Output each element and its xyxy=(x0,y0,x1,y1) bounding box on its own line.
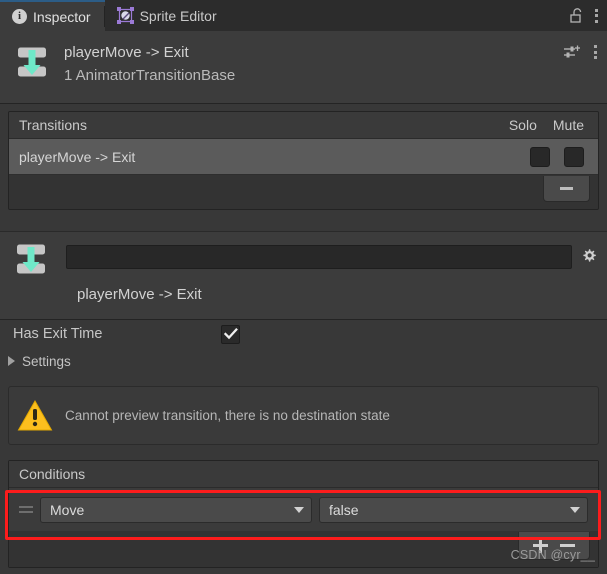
warning-message: Cannot preview transition, there is no d… xyxy=(65,408,390,423)
has-exit-time-row: Has Exit Time xyxy=(0,320,607,348)
object-header: playerMove -> Exit 1 AnimatorTransitionB… xyxy=(0,31,607,104)
kebab-menu-icon[interactable] xyxy=(593,45,597,59)
chevron-right-icon xyxy=(8,356,15,366)
warning-triangle-icon xyxy=(17,399,53,432)
object-header-actions xyxy=(564,45,597,59)
remove-transition-button[interactable] xyxy=(543,176,590,202)
info-icon: i xyxy=(12,9,27,24)
condition-parameter-value: Move xyxy=(50,501,85,518)
transition-mute-checkbox[interactable] xyxy=(564,146,584,167)
transition-solo-checkbox[interactable] xyxy=(530,146,550,167)
has-exit-time-label: Has Exit Time xyxy=(13,326,103,342)
settings-foldout-label: Settings xyxy=(22,353,71,369)
transition-name-input[interactable] xyxy=(66,245,572,269)
remove-condition-button[interactable] xyxy=(560,544,575,547)
preset-sliders-icon[interactable] xyxy=(564,45,581,59)
animator-transition-icon xyxy=(14,44,50,80)
conditions-footer xyxy=(9,531,598,567)
gear-icon[interactable] xyxy=(581,248,597,264)
transition-name-row xyxy=(0,232,607,277)
checkmark-icon xyxy=(223,328,238,340)
page-title: playerMove -> Exit xyxy=(64,44,189,61)
conditions-header: Conditions xyxy=(9,461,598,488)
kebab-menu-icon[interactable] xyxy=(594,8,598,23)
object-header-titles: playerMove -> Exit 1 AnimatorTransitionB… xyxy=(64,43,564,87)
sprite-editor-icon xyxy=(116,7,134,24)
tab-inspector-label: Inspector xyxy=(33,8,91,25)
tab-bar-actions xyxy=(570,0,607,31)
window-tab-bar: i Inspector Sprite Editor xyxy=(0,0,607,31)
transition-detail-section: playerMove -> Exit xyxy=(0,231,607,320)
transition-properties: Has Exit Time Settings xyxy=(0,320,607,382)
transitions-header-title: Transitions xyxy=(19,117,87,133)
transitions-col-solo: Solo xyxy=(508,117,537,133)
transition-row-label: playerMove -> Exit xyxy=(19,148,136,165)
transitions-header: Transitions Solo Mute xyxy=(9,112,598,139)
conditions-header-title: Conditions xyxy=(19,466,86,482)
watermark: CSDN @cyr__ xyxy=(510,548,595,562)
object-subtitle: 1 AnimatorTransitionBase xyxy=(64,67,236,84)
warning-section: Cannot preview transition, there is no d… xyxy=(0,382,607,452)
tab-bar-spacer xyxy=(231,0,570,31)
transitions-box: Transitions Solo Mute playerMove -> Exit xyxy=(8,111,599,210)
drag-handle-icon[interactable] xyxy=(17,506,33,513)
tab-inspector[interactable]: i Inspector xyxy=(0,0,105,31)
minus-icon xyxy=(560,187,573,190)
animator-transition-icon xyxy=(13,241,49,277)
settings-foldout[interactable]: Settings xyxy=(0,348,607,374)
condition-parameter-dropdown[interactable]: Move xyxy=(40,496,312,523)
transition-preview-caption: playerMove -> Exit xyxy=(77,286,202,303)
condition-value-dropdown[interactable]: false xyxy=(319,496,588,523)
has-exit-time-checkbox[interactable] xyxy=(221,324,240,344)
tab-sprite-editor[interactable]: Sprite Editor xyxy=(105,0,231,31)
transitions-footer xyxy=(9,175,598,209)
chevron-down-icon xyxy=(570,506,580,513)
chevron-down-icon xyxy=(294,506,304,513)
condition-value-value: false xyxy=(329,501,359,518)
condition-row: Move false xyxy=(9,488,598,531)
tab-sprite-editor-label: Sprite Editor xyxy=(139,7,217,24)
unlocked-padlock-icon[interactable] xyxy=(570,7,584,24)
warning-box: Cannot preview transition, there is no d… xyxy=(8,386,599,445)
transitions-col-mute: Mute xyxy=(552,117,584,133)
transitions-section: Transitions Solo Mute playerMove -> Exit xyxy=(0,105,607,231)
table-row[interactable]: playerMove -> Exit xyxy=(9,139,598,175)
